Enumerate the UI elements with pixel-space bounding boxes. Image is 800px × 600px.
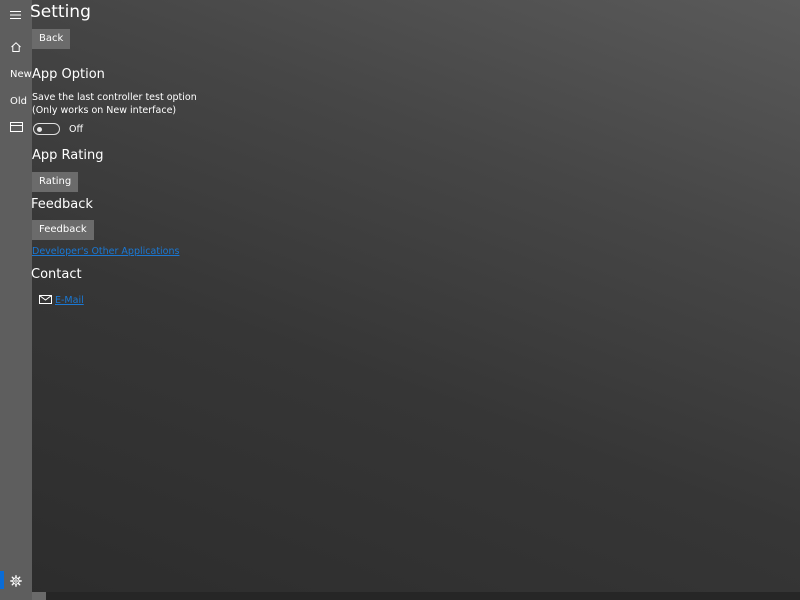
rating-button[interactable]: Rating	[32, 172, 79, 192]
home-icon	[11, 42, 21, 52]
app-option-desc-line1: Save the last controller test option	[32, 92, 197, 103]
app-rating-heading: App Rating	[32, 148, 104, 163]
app-option-desc-line2: (Only works on New interface)	[32, 105, 177, 116]
settings-content: Setting Back App Option Save the last co…	[30, 0, 800, 592]
nav-old-item[interactable]: Old	[10, 96, 27, 108]
back-button[interactable]: Back	[32, 29, 71, 49]
app-option-description: Save the last controller test option (On…	[32, 91, 197, 117]
toggle-state-label: Off	[69, 124, 84, 135]
mail-icon	[39, 295, 52, 304]
feedback-button[interactable]: Feedback	[32, 220, 94, 240]
other-apps-link[interactable]: Developer's Other Applications	[32, 246, 179, 258]
card-icon	[9, 122, 23, 132]
scrollbar-corner	[32, 592, 46, 600]
horizontal-scrollbar[interactable]	[46, 592, 800, 600]
nav-settings-button[interactable]	[0, 569, 32, 593]
app-option-heading: App Option	[32, 67, 105, 82]
nav-card-button[interactable]	[0, 115, 32, 139]
page-title: Setting	[30, 2, 91, 22]
feedback-heading: Feedback	[31, 197, 93, 212]
hamburger-icon	[10, 11, 21, 19]
email-link[interactable]: E-Mail	[55, 295, 84, 307]
gear-icon	[10, 575, 22, 587]
nav-new-item[interactable]: New	[10, 69, 32, 81]
nav-home-button[interactable]	[0, 35, 32, 59]
toggle-knob	[37, 126, 42, 132]
contact-heading: Contact	[31, 267, 82, 282]
nav-rail: New Old	[0, 0, 32, 600]
save-option-toggle[interactable]	[33, 123, 60, 135]
menu-button[interactable]	[0, 3, 32, 27]
